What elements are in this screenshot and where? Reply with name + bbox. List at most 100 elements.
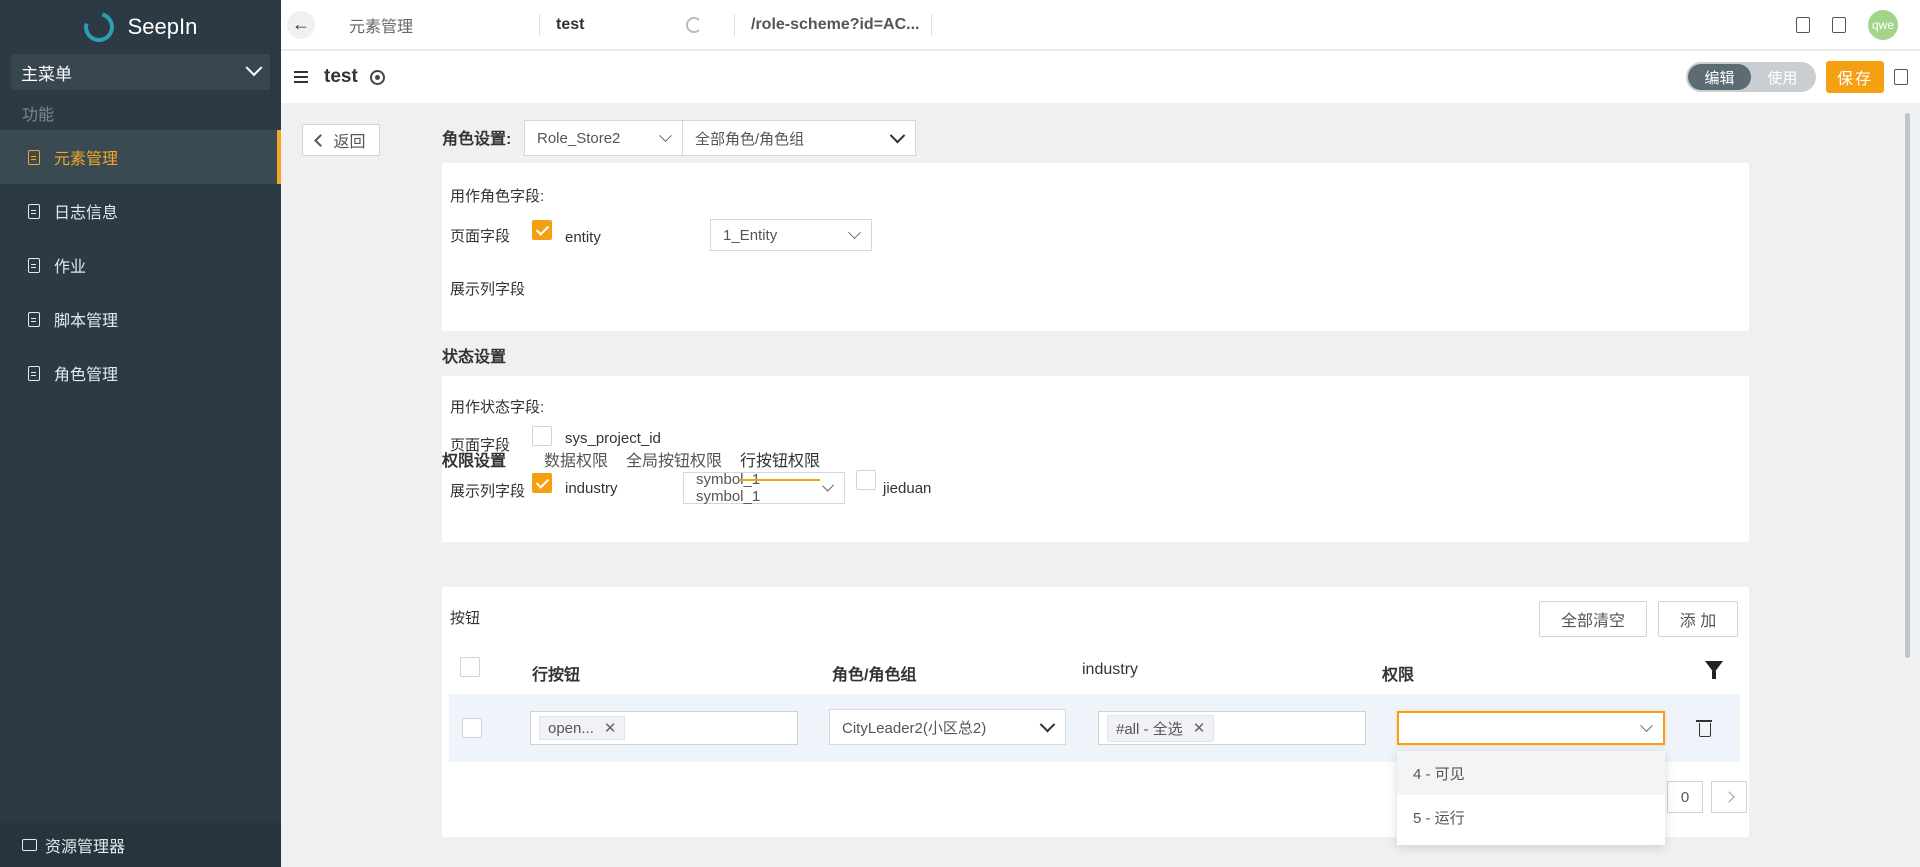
sidebar-item-label: 作业 bbox=[54, 259, 87, 276]
jieduan-checkbox[interactable] bbox=[856, 470, 876, 490]
jieduan-field-label: jieduan bbox=[883, 480, 932, 497]
chevron-right-icon bbox=[1723, 791, 1735, 803]
select-all-checkbox[interactable] bbox=[460, 657, 480, 677]
logo-icon bbox=[78, 6, 120, 48]
close-icon[interactable]: ✕ bbox=[1193, 719, 1206, 737]
column-header-row-button: 行按钮 bbox=[532, 667, 581, 684]
row-button-input[interactable]: open... ✕ bbox=[530, 711, 798, 745]
entity-select[interactable]: 1_Entity bbox=[710, 219, 872, 251]
row-button-tag-label: open... bbox=[548, 719, 594, 737]
mode-edit[interactable]: 编辑 bbox=[1688, 64, 1751, 90]
sidebar-item-label: 元素管理 bbox=[54, 151, 119, 168]
filter-icon[interactable] bbox=[1705, 661, 1723, 679]
dropdown-option-run[interactable]: 5 - 运行 bbox=[1397, 795, 1665, 839]
resource-manager-button[interactable]: 资源管理器 bbox=[0, 823, 281, 867]
pager-current-page[interactable]: 0 bbox=[1667, 781, 1703, 813]
top-bar: ← 元素管理 test /role-scheme?id=AC... qwe bbox=[281, 0, 1920, 50]
sidebar-item-log-info[interactable]: 日志信息 bbox=[0, 184, 281, 238]
main-content: 返回 角色设置: Role_Store2 全部角色/角色组 用作角色字段: 页面… bbox=[281, 103, 1920, 867]
sidebar-item-role-management[interactable]: 角色管理 bbox=[0, 346, 281, 400]
sidebar-item-label: 日志信息 bbox=[54, 205, 119, 222]
main-menu-select[interactable]: 主菜单 bbox=[11, 54, 270, 90]
state-settings-label: 状态设置 bbox=[442, 349, 507, 366]
url-tab[interactable]: /role-scheme?id=AC... bbox=[751, 16, 931, 34]
chevron-down-icon bbox=[848, 225, 861, 239]
folder-icon bbox=[22, 839, 37, 851]
tab-global-button-permission[interactable]: 全局按钮权限 bbox=[626, 447, 722, 481]
document-icon bbox=[28, 365, 40, 381]
return-button[interactable]: 返回 bbox=[302, 124, 380, 156]
document-icon bbox=[28, 149, 40, 165]
role-field-heading: 用作角色字段: bbox=[450, 188, 545, 205]
mode-toggle[interactable]: 编辑 使用 bbox=[1686, 62, 1816, 92]
chevron-down-icon bbox=[245, 59, 263, 77]
buttons-label: 按钮 bbox=[450, 610, 481, 627]
role-settings-label: 角色设置: bbox=[442, 131, 512, 148]
chevron-down-icon bbox=[1640, 718, 1653, 732]
gear-icon[interactable] bbox=[369, 69, 385, 85]
layers-icon bbox=[294, 70, 310, 84]
column-header-permission: 权限 bbox=[1382, 667, 1415, 684]
divider bbox=[734, 13, 735, 36]
brand-name: SeepIn bbox=[127, 14, 198, 39]
state-field-heading: 用作状态字段: bbox=[450, 399, 545, 416]
resource-manager-label: 资源管理器 bbox=[45, 839, 126, 856]
trash-icon[interactable] bbox=[1696, 720, 1712, 737]
split-view-icon[interactable] bbox=[1832, 16, 1846, 33]
sidebar-item-jobs[interactable]: 作业 bbox=[0, 238, 281, 292]
chevron-left-icon bbox=[314, 133, 328, 147]
sidebar: SeepIn 主菜单 功能 元素管理 日志信息 作业 脚本管理 角色管理 资源管… bbox=[0, 0, 281, 867]
return-label: 返回 bbox=[333, 134, 366, 151]
back-arrow-icon[interactable]: ← bbox=[287, 10, 315, 39]
save-button[interactable]: 保存 bbox=[1826, 61, 1884, 93]
page-header: test 编辑 使用 保存 bbox=[281, 51, 1920, 103]
scrollbar[interactable] bbox=[1905, 113, 1910, 658]
display-field-label: 展示列字段 bbox=[450, 483, 526, 500]
row-button-tag: open... ✕ bbox=[539, 716, 626, 740]
divider bbox=[931, 13, 932, 36]
clear-all-button[interactable]: 全部清空 bbox=[1539, 601, 1647, 637]
tab-data-permission[interactable]: 数据权限 bbox=[544, 447, 608, 481]
document-icon bbox=[28, 311, 40, 327]
dropdown-option-visible[interactable]: 4 - 可见 bbox=[1397, 751, 1665, 795]
clipboard-icon[interactable] bbox=[1796, 16, 1810, 33]
permission-dropdown: 4 - 可见 5 - 运行 bbox=[1397, 751, 1665, 845]
sidebar-item-label: 角色管理 bbox=[54, 367, 119, 384]
entity-select-value: 1_Entity bbox=[723, 226, 778, 244]
entity-checkbox[interactable] bbox=[532, 220, 552, 240]
sys-project-id-checkbox[interactable] bbox=[532, 426, 552, 446]
role-group-row-select[interactable]: CityLeader2(小区总2) bbox=[829, 709, 1066, 745]
sidebar-item-label: 脚本管理 bbox=[54, 313, 119, 330]
pager-next-button[interactable] bbox=[1711, 781, 1747, 813]
display-field-label: 展示列字段 bbox=[450, 281, 526, 298]
chevron-down-icon bbox=[889, 127, 906, 143]
sidebar-section-label: 功能 bbox=[22, 107, 55, 124]
industry-tag: #all - 全选 ✕ bbox=[1107, 714, 1215, 742]
document-settings-icon[interactable] bbox=[1894, 69, 1908, 85]
document-icon bbox=[28, 257, 40, 273]
role-group-select[interactable]: 全部角色/角色组 bbox=[682, 120, 916, 156]
industry-tag-label: #all - 全选 bbox=[1116, 720, 1183, 738]
role-store-value: Role_Store2 bbox=[537, 129, 621, 147]
sidebar-item-script-management[interactable]: 脚本管理 bbox=[0, 292, 281, 346]
column-header-industry: industry bbox=[1082, 661, 1139, 678]
permission-row-select[interactable] bbox=[1397, 711, 1665, 745]
permission-tabs: 权限设置 数据权限 全局按钮权限 行按钮权限 bbox=[442, 447, 838, 481]
mode-use[interactable]: 使用 bbox=[1751, 64, 1814, 90]
brand-logo[interactable]: SeepIn bbox=[0, 0, 281, 54]
entity-field-label: entity bbox=[565, 229, 601, 246]
refresh-icon[interactable] bbox=[686, 16, 702, 33]
breadcrumb[interactable]: 元素管理 bbox=[349, 13, 539, 37]
role-store-select[interactable]: Role_Store2 bbox=[524, 120, 683, 156]
role-group-value: 全部角色/角色组 bbox=[695, 130, 805, 148]
close-icon[interactable]: ✕ bbox=[604, 719, 617, 737]
tab-row-button-permission[interactable]: 行按钮权限 bbox=[740, 447, 821, 481]
chevron-down-icon bbox=[1039, 716, 1056, 732]
industry-row-input[interactable]: #all - 全选 ✕ bbox=[1098, 711, 1366, 745]
tab-test[interactable]: test bbox=[556, 16, 686, 34]
add-button[interactable]: 添 加 bbox=[1658, 601, 1738, 637]
row-checkbox[interactable] bbox=[462, 718, 482, 738]
sidebar-item-element-management[interactable]: 元素管理 bbox=[0, 130, 281, 184]
avatar[interactable]: qwe bbox=[1868, 9, 1898, 40]
divider bbox=[539, 13, 540, 36]
